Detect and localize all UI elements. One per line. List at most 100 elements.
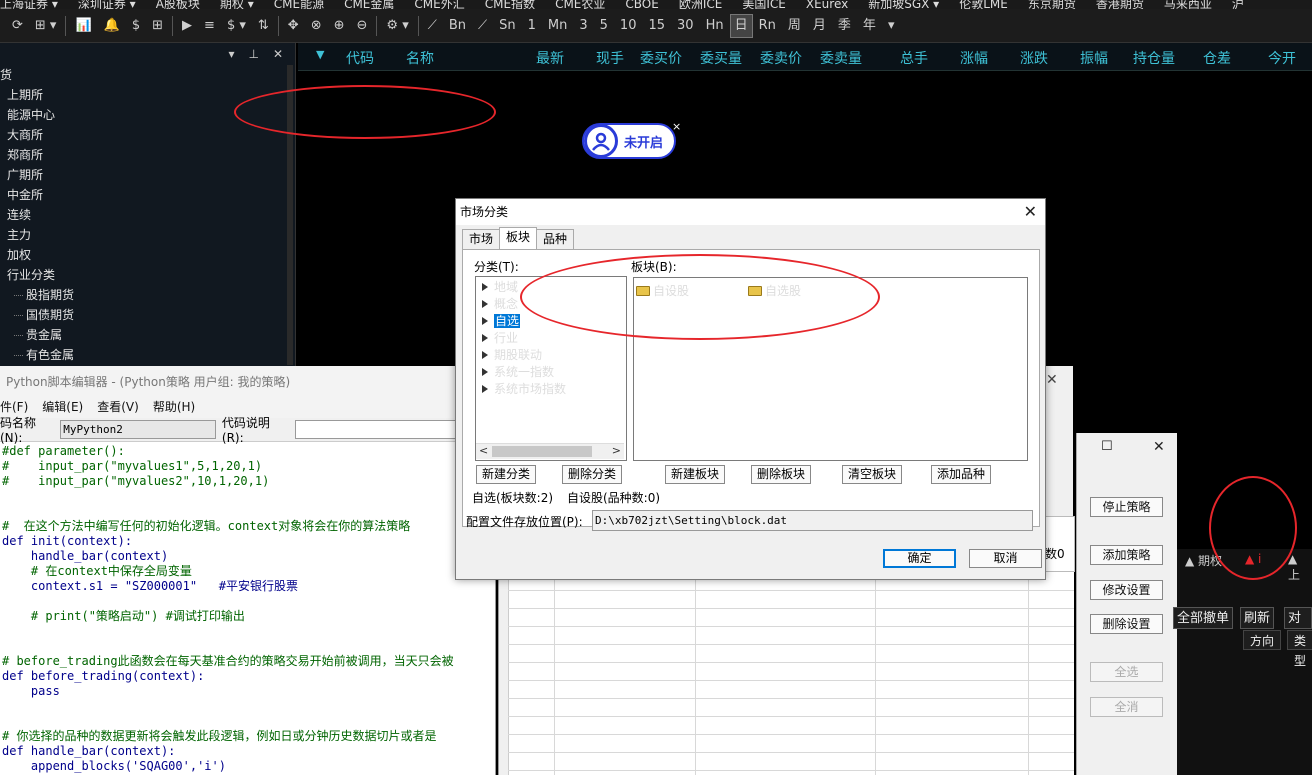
market-tab[interactable]: CME能源 — [274, 0, 324, 9]
column-header[interactable]: 委买价 — [640, 48, 682, 68]
tree-item[interactable]: 国债期货 — [0, 305, 295, 325]
toolbar-button[interactable]: Bn — [443, 9, 472, 43]
column-menu-icon[interactable]: ▼ — [316, 48, 324, 61]
close-icon[interactable]: ✕ — [1153, 439, 1165, 455]
name-field[interactable]: MyPython2 — [60, 420, 216, 439]
market-tab[interactable]: 新加坡SGX ▾ — [868, 0, 939, 9]
toolbar-button[interactable]: 10 — [614, 9, 643, 43]
status-badge[interactable]: 未开启 — [582, 123, 676, 159]
market-tab[interactable]: 欧洲ICE — [679, 0, 723, 9]
toolbar-button[interactable]: ⊞ — [146, 9, 169, 43]
tree-item[interactable]: 广期所 — [0, 165, 295, 185]
toolbar-button[interactable]: $ ▾ — [221, 9, 252, 43]
tree-item[interactable]: 贵金属 — [0, 325, 295, 345]
toolbar-button[interactable]: ⊖ — [351, 9, 374, 43]
menu-item[interactable]: 帮助(H) — [153, 398, 195, 418]
dialog-close-icon[interactable]: ✕ — [1024, 199, 1037, 225]
toolbar-button[interactable]: 季 — [832, 9, 857, 43]
toolbar-button[interactable]: $ — [126, 9, 146, 43]
order-button[interactable]: 全部撤单 — [1173, 607, 1234, 629]
category-hscrollbar[interactable]: < > — [476, 443, 624, 459]
tree-item[interactable]: 行业分类 — [0, 265, 295, 285]
toolbar-button[interactable]: 周 — [782, 9, 807, 43]
toolbar-button[interactable]: ⟋ — [472, 9, 493, 43]
toolbar-button[interactable]: 30 — [671, 9, 700, 43]
tree-item[interactable]: 中金所 — [0, 185, 295, 205]
category-item[interactable]: 期股联动 — [476, 347, 626, 364]
toolbar-button[interactable]: Rn — [753, 9, 782, 43]
order-button[interactable]: 对价 — [1284, 607, 1312, 648]
cancel-button[interactable]: 取消 — [969, 549, 1042, 568]
market-tab[interactable]: CME指数 — [485, 0, 535, 9]
dialog-button[interactable]: 添加品种 — [931, 465, 991, 484]
toolbar-button[interactable]: 3 — [573, 9, 593, 43]
market-tab[interactable]: 香港期货 — [1096, 0, 1144, 9]
toolbar-button[interactable]: 1 — [522, 9, 542, 43]
strategy-button[interactable]: 停止策略 — [1090, 497, 1163, 517]
dialog-button[interactable]: 新建板块 — [665, 465, 725, 484]
toolbar-button[interactable]: ⊕ — [328, 9, 351, 43]
dialog-button[interactable]: 新建分类 — [476, 465, 536, 484]
column-header[interactable]: 名称 — [406, 48, 434, 68]
column-header[interactable]: 仓差 — [1203, 48, 1231, 68]
toolbar-button[interactable]: ⟳ — [6, 9, 29, 43]
market-tab[interactable]: A股板块 — [156, 0, 200, 9]
close-icon[interactable]: ✕ — [273, 47, 283, 61]
toolbar-button[interactable]: 🔔 — [98, 9, 126, 43]
toolbar-button[interactable]: ▾ — [882, 9, 901, 43]
tree-item[interactable]: 连续 — [0, 205, 295, 225]
category-item[interactable]: 系统市场指数 — [476, 381, 626, 398]
badge-close-icon[interactable]: × — [672, 120, 681, 133]
tree-item[interactable]: 股指期货 — [0, 285, 295, 305]
toolbar-button[interactable]: Mn — [542, 9, 573, 43]
toolbar-button[interactable]: 📊 — [69, 9, 97, 43]
toolbar-button[interactable]: ≡ — [198, 9, 221, 43]
toolbar-button[interactable]: ▶ — [176, 9, 198, 43]
path-field[interactable]: D:\xb702jzt\Setting\block.dat — [592, 510, 1033, 531]
scroll-left-icon[interactable]: < — [479, 444, 488, 457]
tree-item[interactable]: 有色金属 — [0, 345, 295, 365]
menu-item[interactable]: 查看(V) — [97, 398, 139, 418]
strategy-grid[interactable] — [508, 572, 1074, 775]
strategy-button[interactable]: 修改设置 — [1090, 580, 1163, 600]
toolbar-button[interactable]: Hn — [700, 9, 730, 43]
dialog-button[interactable]: 删除分类 — [562, 465, 622, 484]
tree-item[interactable]: 加权 — [0, 245, 295, 265]
strategy-button[interactable]: 删除设置 — [1090, 614, 1163, 634]
market-tab[interactable]: CME外汇 — [414, 0, 464, 9]
toolbar-button[interactable]: ⟋ — [422, 9, 443, 43]
dialog-tab[interactable]: 板块 — [499, 227, 538, 249]
column-header[interactable]: 代码 — [346, 48, 374, 68]
tree-item[interactable]: 大商所 — [0, 125, 295, 145]
market-tab[interactable]: 期权 ▾ — [220, 0, 254, 9]
market-tab[interactable]: 上海证券 ▾ — [0, 0, 58, 9]
tree-item[interactable]: 主力 — [0, 225, 295, 245]
scroll-right-icon[interactable]: > — [612, 444, 621, 457]
strategy-button[interactable]: 添加策略 — [1090, 545, 1163, 565]
tree-item[interactable]: 郑商所 — [0, 145, 295, 165]
column-header[interactable]: 委买量 — [700, 48, 742, 68]
toolbar-button[interactable]: ⊞ ▾ — [29, 9, 63, 43]
market-tab[interactable]: 美国ICE — [742, 0, 786, 9]
tree-item[interactable]: 货 — [0, 65, 295, 85]
dropdown-icon[interactable]: ▾ — [228, 47, 234, 61]
toolbar-button[interactable]: ⚙ ▾ — [380, 9, 414, 43]
toolbar-button[interactable]: ⇅ — [252, 9, 275, 43]
pin-icon[interactable]: ⊥ — [248, 47, 258, 61]
order-button[interactable]: 刷新 — [1240, 607, 1275, 629]
market-tab[interactable]: 伦敦LME — [959, 0, 1008, 9]
toolbar-button[interactable]: 5 — [594, 9, 614, 43]
toolbar-button[interactable]: 日 — [729, 13, 753, 38]
market-tab[interactable]: CME金属 — [344, 0, 394, 9]
market-tab[interactable]: 马来西亚 — [1164, 0, 1212, 9]
column-header[interactable]: 振幅 — [1080, 48, 1108, 68]
market-tab[interactable]: XEurex — [806, 0, 848, 9]
column-header[interactable]: 委卖价 — [760, 48, 802, 68]
column-header[interactable]: 涨跌 — [1020, 48, 1048, 68]
column-header[interactable]: 今开 — [1268, 48, 1296, 68]
strategy-close-icon[interactable]: ✕ — [1046, 372, 1058, 388]
toolbar-button[interactable]: ✥ — [282, 9, 305, 43]
column-header[interactable]: 现手 — [596, 48, 624, 68]
column-header[interactable]: 最新 — [536, 48, 564, 68]
market-tab[interactable]: 深圳证券 ▾ — [78, 0, 136, 9]
